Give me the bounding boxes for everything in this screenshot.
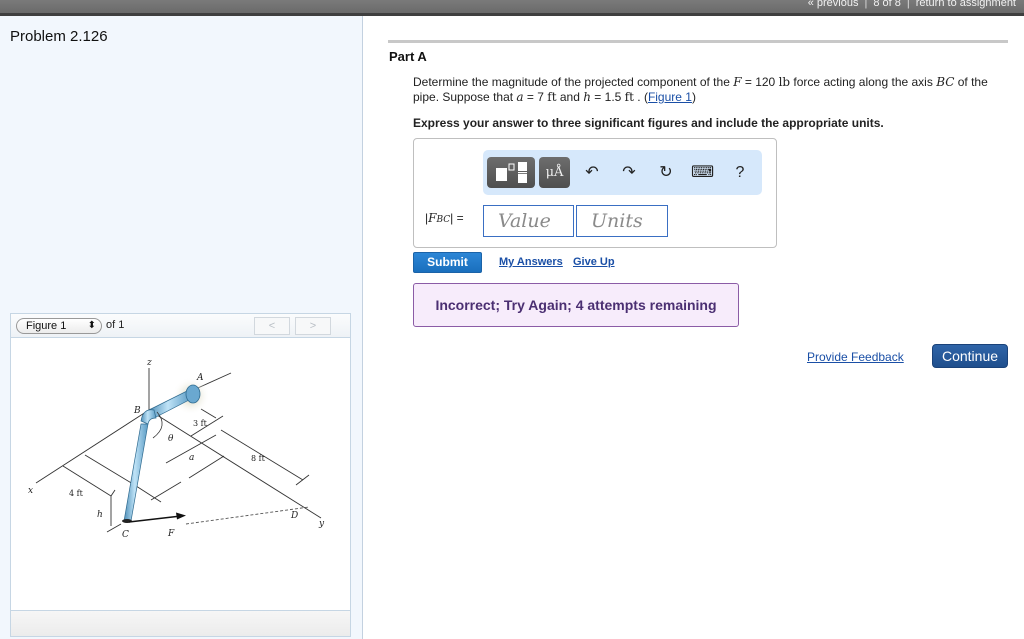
give-up-link[interactable]: Give Up (573, 256, 615, 268)
figure-image: z A B θ a x h C F D y 3 ft 8 ft 4 ft (11, 338, 350, 589)
figure-link[interactable]: Figure 1 (648, 90, 692, 104)
previous-link[interactable]: « previous (804, 0, 863, 9)
provide-feedback-link[interactable]: Provide Feedback (807, 350, 904, 364)
problem-pane: Problem 2.126 Figure 1 ⬍ of 1 < > z A B … (0, 16, 363, 639)
x-axis (35, 409, 150, 484)
question-fragment: ) (691, 90, 696, 104)
force-arrow-F (128, 515, 182, 523)
part-title: Part A (389, 49, 427, 64)
label-z: z (146, 358, 152, 368)
label-4ft: 4 ft (69, 489, 84, 498)
math-a: a (516, 90, 524, 104)
pipe-flange (185, 384, 201, 404)
label-3ft: 3 ft (193, 419, 208, 428)
continue-button[interactable]: Continue (932, 344, 1008, 368)
figure-select-value: Figure 1 (26, 320, 67, 332)
label-D: D (290, 511, 298, 521)
next-figure-button[interactable]: > (295, 317, 331, 335)
y-axis (148, 409, 322, 519)
unit-ft: ft (547, 90, 557, 104)
math-BC: BC (936, 75, 955, 89)
question-fragment: = 120 (741, 75, 779, 89)
units-button[interactable]: μÅ (539, 157, 570, 188)
item-position: 8 of 8 (873, 0, 901, 9)
feedback-message: Incorrect; Try Again; 4 attempts remaini… (413, 283, 739, 327)
label-subscript: BC (436, 215, 451, 225)
answer-label: |FBC| = (425, 211, 464, 225)
return-to-assignment-link[interactable]: return to assignment (912, 0, 1020, 9)
units-input[interactable]: Units (576, 205, 668, 237)
label-F: F (167, 529, 175, 539)
label-A: A (196, 373, 204, 383)
arrowhead-icon (176, 512, 186, 520)
select-arrows-icon: ⬍ (87, 320, 96, 331)
help-icon[interactable]: ? (729, 162, 751, 184)
pipe-segment-BC (123, 423, 149, 522)
value-input[interactable]: Value (483, 205, 574, 237)
my-answers-link[interactable]: My Answers (499, 256, 563, 268)
label-theta: θ (168, 434, 174, 444)
unit-ft: ft (624, 90, 634, 104)
figure-select[interactable]: Figure 1 ⬍ (16, 318, 102, 334)
abs-bar-equals: | = (450, 211, 464, 225)
redo-icon[interactable]: ↷ (618, 162, 640, 184)
answer-box: μÅ ↶ ↷ ↻ ⌨ ? |FBC| = Value Units (413, 138, 777, 248)
nav-separator: | (906, 0, 910, 9)
figure-viewer: Figure 1 ⬍ of 1 < > z A B θ a x h C F D … (10, 313, 351, 637)
label-h: h (97, 510, 103, 520)
math-toolbar: μÅ ↶ ↷ ↻ ⌨ ? (483, 150, 762, 195)
figure-viewer-footer (11, 610, 350, 636)
question-fragment: = 1.5 (590, 90, 625, 104)
unit-lb: lb (778, 75, 791, 89)
pipe-diagram: z A B θ a x h C F D y 3 ft 8 ft 4 ft (28, 358, 325, 540)
keyboard-icon[interactable]: ⌨ (691, 162, 714, 184)
question-fragment: and (556, 90, 584, 104)
submit-button[interactable]: Submit (413, 252, 482, 273)
label-C: C (122, 530, 129, 540)
label-8ft: 8 ft (251, 454, 266, 463)
math-h: h (583, 90, 591, 104)
label-y: y (318, 519, 325, 529)
templates-button[interactable] (487, 157, 535, 188)
question-fragment: = 7 (523, 90, 548, 104)
top-bar: « previous | 8 of 8 | return to assignment (0, 0, 1024, 16)
reset-icon[interactable]: ↻ (655, 162, 677, 184)
previous-figure-button[interactable]: < (254, 317, 290, 335)
templates-icon (496, 162, 527, 183)
label-B: B (133, 406, 141, 416)
answer-instruction: Express your answer to three significant… (413, 116, 884, 130)
label-a: a (189, 453, 194, 463)
pipe-elbow (140, 409, 157, 425)
question-text: Determine the magnitude of the projected… (413, 75, 1003, 105)
figure-viewer-header: Figure 1 ⬍ of 1 < > (11, 314, 350, 338)
undo-icon[interactable]: ↶ (581, 162, 603, 184)
question-fragment: . ( (633, 90, 648, 104)
problem-title: Problem 2.126 (10, 28, 108, 45)
part-divider (388, 40, 1008, 43)
label-x: x (28, 486, 33, 496)
figure-count: of 1 (106, 319, 125, 331)
math-F: F (733, 75, 742, 89)
question-fragment: Determine the magnitude of the projected… (413, 75, 734, 89)
question-pane: Part A Determine the magnitude of the pr… (364, 16, 1024, 639)
assignment-nav: « previous | 8 of 8 | return to assignment (804, 0, 1020, 9)
question-fragment: force acting along the axis (790, 75, 937, 89)
